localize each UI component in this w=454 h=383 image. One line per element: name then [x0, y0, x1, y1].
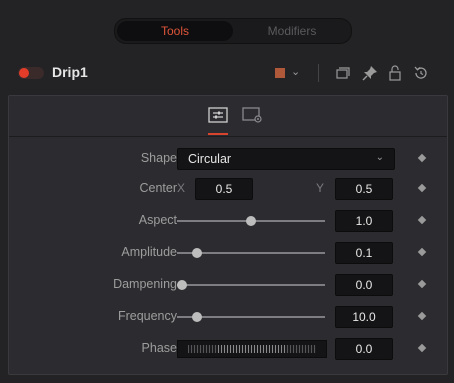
shape-value: Circular	[188, 152, 232, 166]
settings-tab-icon[interactable]	[241, 106, 263, 124]
active-tab-underline	[208, 133, 228, 135]
center-row: Center X 0.5 Y 0.5	[9, 178, 447, 200]
aspect-slider-knob[interactable]	[246, 216, 256, 226]
controls-tab-icon[interactable]	[207, 106, 229, 124]
dampening-slider-knob[interactable]	[177, 280, 187, 290]
shape-dropdown[interactable]: Circular ⌄	[177, 148, 395, 170]
center-x-field[interactable]: 0.5	[195, 178, 253, 200]
phase-field[interactable]: 0.0	[335, 338, 393, 360]
inspector-tabs: Tools Modifiers	[114, 18, 352, 44]
toggle-knob	[19, 68, 29, 78]
keyframe-diamond-icon[interactable]	[417, 215, 427, 225]
amplitude-field[interactable]: 0.1	[335, 242, 393, 264]
stack-icon[interactable]	[334, 64, 352, 82]
phase-thumbwheel[interactable]	[177, 340, 327, 358]
aspect-label: Aspect	[138, 213, 177, 227]
keyframe-diamond-icon[interactable]	[417, 247, 427, 257]
phase-row: Phase 0.0	[9, 338, 447, 360]
center-y-field[interactable]: 0.5	[335, 178, 393, 200]
amplitude-label: Amplitude	[121, 245, 177, 259]
shape-label: Shape	[140, 151, 177, 165]
frequency-slider-knob[interactable]	[192, 312, 202, 322]
center-label: Center	[139, 181, 177, 195]
keyframe-diamond-icon[interactable]	[417, 279, 427, 289]
pin-icon[interactable]	[361, 64, 379, 82]
frequency-row: Frequency 10.0	[9, 306, 447, 328]
center-y-label: Y	[316, 181, 325, 195]
aspect-row: Aspect 1.0	[9, 210, 447, 232]
swatch-chevron-icon[interactable]: ⌄	[291, 65, 300, 78]
phase-label: Phase	[141, 341, 177, 355]
node-header: Drip1 ⌄	[0, 58, 454, 88]
keyframe-diamond-icon[interactable]	[417, 343, 427, 353]
dampening-slider-track[interactable]	[177, 284, 325, 286]
tab-tools[interactable]: Tools	[117, 21, 233, 41]
panel-tab-bar	[9, 96, 447, 137]
node-enable-toggle[interactable]	[18, 67, 44, 79]
center-x-label: X	[177, 181, 186, 195]
node-name[interactable]: Drip1	[52, 64, 88, 80]
frequency-label: Frequency	[117, 309, 177, 323]
tab-modifiers[interactable]: Modifiers	[235, 21, 349, 41]
dampening-row: Dampening 0.0	[9, 274, 447, 296]
parameter-panel: Shape Circular ⌄ Center X 0.5 Y 0.5 Aspe…	[8, 95, 448, 375]
shape-row: Shape Circular ⌄	[9, 148, 447, 170]
keyframe-diamond-icon[interactable]	[417, 153, 427, 163]
reset-icon[interactable]	[412, 64, 430, 82]
dampening-field[interactable]: 0.0	[335, 274, 393, 296]
thumbwheel-highlight	[218, 345, 286, 353]
lock-icon[interactable]	[386, 64, 404, 82]
header-divider	[318, 64, 319, 82]
keyframe-diamond-icon[interactable]	[417, 311, 427, 321]
color-swatch[interactable]	[275, 68, 285, 78]
amplitude-row: Amplitude 0.1	[9, 242, 447, 264]
aspect-field[interactable]: 1.0	[335, 210, 393, 232]
dampening-label: Dampening	[113, 277, 177, 291]
amplitude-slider-knob[interactable]	[192, 248, 202, 258]
frequency-field[interactable]: 10.0	[335, 306, 393, 328]
keyframe-diamond-icon[interactable]	[417, 183, 427, 193]
inspector-window: Tools Modifiers Drip1 ⌄ Shape Circular ⌄…	[0, 0, 454, 383]
chevron-down-icon: ⌄	[375, 152, 384, 163]
